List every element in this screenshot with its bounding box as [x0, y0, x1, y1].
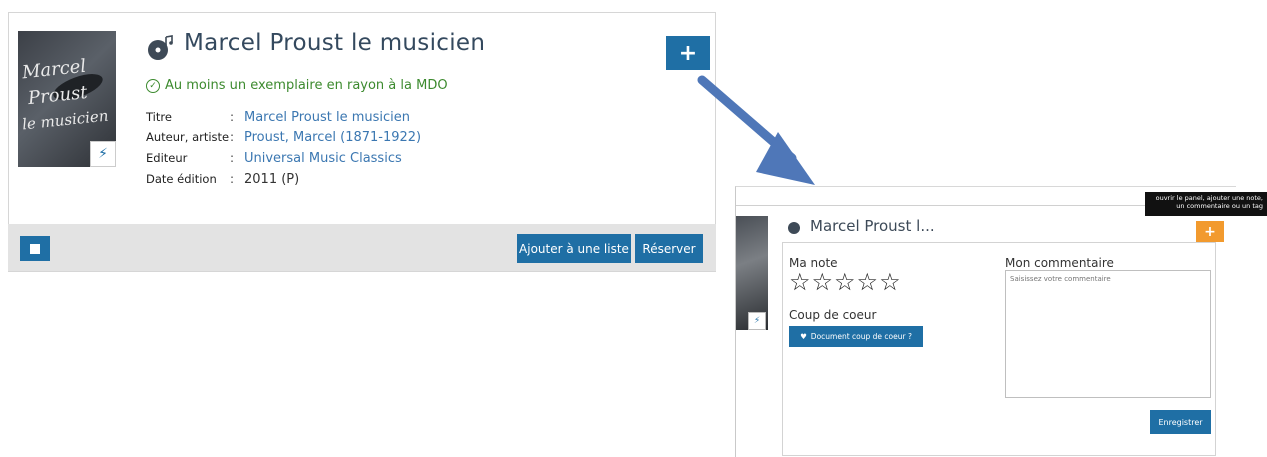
lightning-icon[interactable]: ⚡	[90, 141, 116, 167]
checkbox-square-icon	[30, 243, 40, 254]
meta-row-author: Auteur, artiste: Proust, Marcel (1871-192…	[146, 130, 421, 145]
music-disc-icon	[148, 35, 173, 60]
heart-icon: ♥	[800, 332, 807, 341]
meta-label: Titre	[146, 110, 172, 124]
meta-row-title: Titre: Marcel Proust le musicien	[146, 110, 410, 125]
cover-text-3: le musicien	[21, 106, 110, 134]
availability-text: Au moins un exemplaire en rayon à la MDO	[165, 78, 448, 93]
favorite-button[interactable]: ♥ Document coup de coeur ?	[789, 326, 923, 347]
check-circle-icon: ✓	[146, 78, 160, 93]
meta-row-date: Date édition:2011 (P)	[146, 172, 299, 187]
panel-record-title[interactable]: Marcel Proust l...	[810, 217, 935, 235]
meta-separator: :	[230, 172, 235, 186]
music-disc-icon	[788, 222, 800, 234]
album-cover[interactable]: Marcel Proust le musicien ⚡	[18, 31, 116, 167]
save-button[interactable]: Enregistrer	[1150, 410, 1211, 434]
meta-row-publisher: Editeur: Universal Music Classics	[146, 151, 402, 166]
meta-label: Editeur	[146, 151, 188, 165]
open-panel-button-active[interactable]: +	[1196, 221, 1224, 242]
meta-separator: :	[230, 130, 235, 144]
arrow-down-right-icon	[697, 75, 815, 185]
cover-text-2: Proust	[27, 81, 89, 110]
meta-separator: :	[230, 110, 235, 124]
meta-label: Date édition	[146, 172, 217, 186]
record-title[interactable]: Marcel Proust le musicien	[184, 30, 485, 56]
tooltip-line: ouvrir le panel, ajouter une note,	[1155, 194, 1263, 202]
availability-status: ✓ Au moins un exemplaire en rayon à la M…	[146, 78, 448, 93]
favorite-label: Coup de coeur	[789, 308, 877, 322]
favorite-button-label: Document coup de coeur ?	[810, 332, 912, 341]
lightning-icon[interactable]: ⚡	[748, 312, 766, 330]
comment-label: Mon commentaire	[1005, 256, 1114, 270]
reserve-button[interactable]: Réserver	[635, 234, 703, 263]
panel-tooltip: ouvrir le panel, ajouter une note, un co…	[1145, 192, 1267, 216]
add-to-list-button[interactable]: Ajouter à une liste	[517, 234, 631, 263]
meta-label: Auteur, artiste	[146, 130, 230, 144]
tooltip-line: un commentaire ou un tag	[1176, 202, 1263, 210]
meta-value-link[interactable]: Proust, Marcel (1871-1922)	[244, 130, 421, 145]
open-panel-button[interactable]: +	[666, 36, 710, 70]
meta-value-link[interactable]: Marcel Proust le musicien	[244, 110, 410, 125]
comment-textarea[interactable]	[1005, 270, 1211, 398]
star-rating[interactable]: ☆☆☆☆☆	[789, 267, 902, 297]
select-checkbox[interactable]	[20, 236, 50, 261]
meta-value: 2011 (P)	[244, 172, 300, 187]
meta-separator: :	[230, 151, 235, 165]
meta-value-link[interactable]: Universal Music Classics	[244, 151, 402, 166]
